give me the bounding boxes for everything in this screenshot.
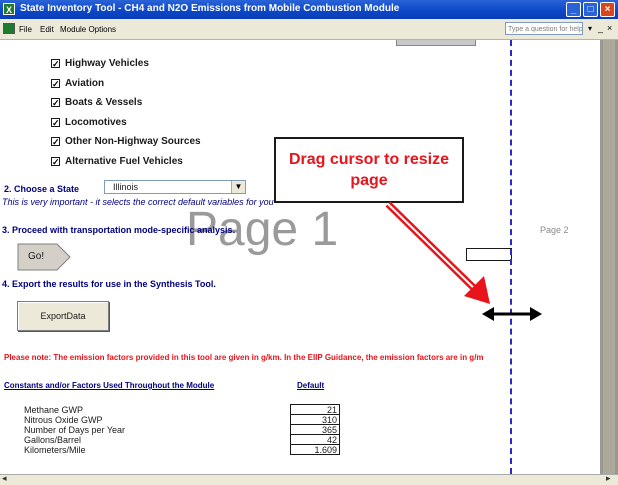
- callout-box: Drag cursor to resize page: [274, 137, 464, 203]
- constant-label: Kilometers/Mile: [24, 445, 86, 455]
- menu-edit[interactable]: Edit: [40, 25, 54, 34]
- state-note: This is very important - it selects the …: [2, 197, 274, 207]
- vertical-scrollbar[interactable]: [600, 40, 618, 474]
- window-minimize-icon[interactable]: _: [598, 23, 603, 33]
- step4-heading: 4. Export the results for use in the Syn…: [2, 279, 216, 289]
- maximize-button[interactable]: □: [583, 2, 598, 17]
- default-header: Default: [297, 381, 325, 390]
- category-label: Highway Vehicles: [65, 58, 149, 69]
- top-control[interactable]: [396, 40, 476, 46]
- state-select[interactable]: Illinois ▼: [104, 180, 246, 194]
- step3-heading: 3. Proceed with transportation mode-spec…: [2, 225, 236, 235]
- constant-label: Methane GWP: [24, 405, 84, 415]
- go-button-label: Go!: [28, 251, 45, 262]
- constant-label: Gallons/Barrel: [24, 435, 82, 445]
- constant-label: Number of Days per Year: [24, 425, 126, 435]
- red-arrow-icon: [385, 201, 490, 304]
- export-data-button[interactable]: ExportData: [17, 301, 109, 331]
- emission-factor-note: Please note: The emission factors provid…: [4, 353, 484, 362]
- minimize-button[interactable]: _: [566, 2, 581, 17]
- menu-module-options[interactable]: Module Options: [60, 25, 116, 34]
- category-label: Boats & Vessels: [65, 97, 143, 108]
- help-dropdown-arrow-icon[interactable]: ▾: [588, 24, 592, 33]
- chevron-down-icon[interactable]: ▼: [231, 181, 245, 193]
- category-checkbox[interactable]: ✓: [51, 59, 60, 69]
- scroll-left-icon[interactable]: ◂: [2, 473, 7, 484]
- constant-label: Nitrous Oxide GWP: [24, 415, 103, 425]
- category-label: Aviation: [65, 77, 105, 89]
- horizontal-scrollbar[interactable]: ◂ ▸: [0, 473, 618, 485]
- category-checkbox[interactable]: ✓: [51, 117, 60, 127]
- help-question-input[interactable]: Type a question for help: [505, 22, 583, 35]
- category-label: Alternative Fuel Vehicles: [65, 155, 183, 167]
- excel-app-icon: X: [3, 3, 15, 15]
- scroll-right-icon[interactable]: ▸: [606, 473, 611, 484]
- category-checkbox[interactable]: ✓: [51, 78, 60, 88]
- category-checkbox[interactable]: ✓: [51, 98, 60, 108]
- category-checkbox[interactable]: ✓: [51, 156, 60, 166]
- callout-text: Drag cursor to resize page: [288, 151, 450, 189]
- window-title: State Inventory Tool - CH4 and N2O Emiss…: [20, 3, 400, 14]
- close-button[interactable]: ×: [600, 2, 615, 17]
- category-checkbox[interactable]: ✓: [51, 137, 60, 147]
- title-bar: X State Inventory Tool - CH4 and N2O Emi…: [0, 0, 618, 19]
- state-select-value: Illinois: [113, 182, 139, 192]
- scroll-track[interactable]: [603, 40, 615, 474]
- constant-value-cell[interactable]: 1.609: [290, 444, 340, 455]
- page-break-line[interactable]: [510, 40, 512, 474]
- resize-cursor-icon: [482, 307, 542, 321]
- page2-watermark: Page 2: [540, 225, 569, 235]
- category-label: Locomotives: [65, 116, 127, 128]
- window-close-icon[interactable]: ×: [607, 23, 612, 33]
- step2-heading: 2. Choose a State: [4, 184, 80, 194]
- worksheet: ✓ Highway Vehicles ✓ Aviation ✓ Boats & Vesse…: [0, 40, 600, 474]
- workbook-icon[interactable]: [3, 23, 15, 34]
- constants-heading: Constants and/or Factors Used Throughout…: [4, 381, 215, 390]
- menu-file[interactable]: File: [19, 25, 32, 34]
- category-label: Other Non-Highway Sources: [65, 136, 201, 147]
- menu-bar: File Edit Module Options Type a question…: [0, 19, 618, 40]
